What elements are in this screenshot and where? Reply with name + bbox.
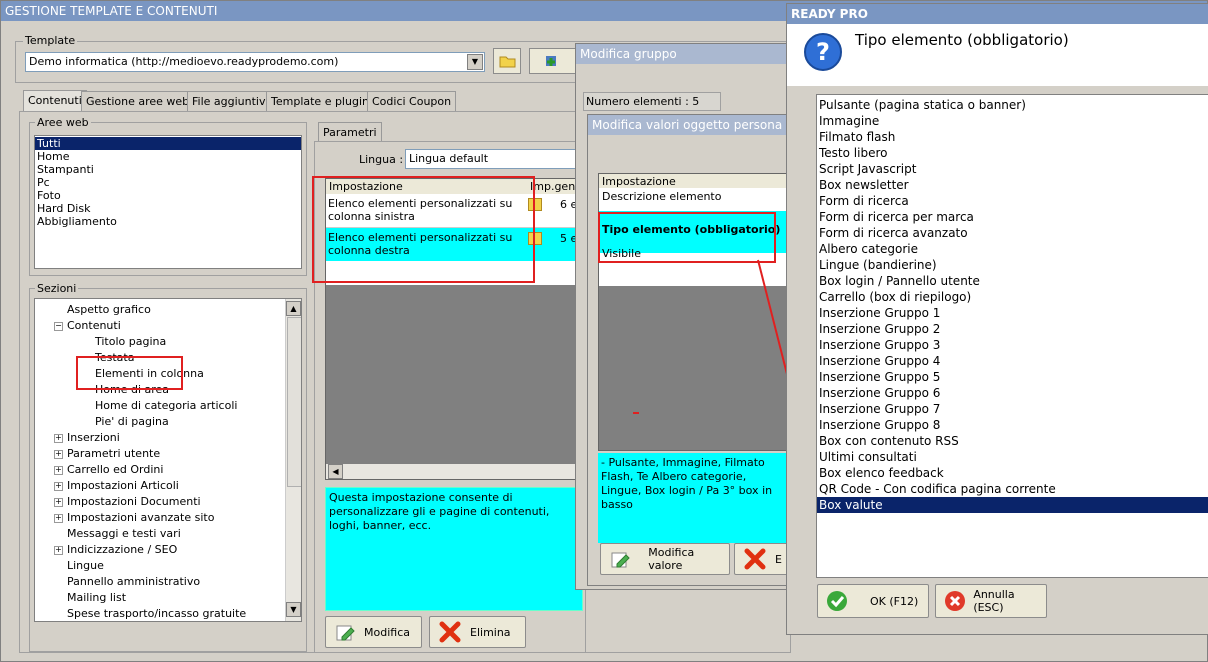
option-item[interactable]: Box valute (817, 497, 1208, 513)
ready-pro-title: READY PRO (787, 4, 1208, 24)
question-icon: ? (804, 33, 842, 71)
option-item[interactable]: QR Code - Con codifica pagina corrente (817, 481, 1208, 497)
ok-button-label: OK (F12) (870, 594, 919, 608)
options-list-items: Pulsante (pagina statica o banner) Immagi… (817, 95, 1208, 513)
option-item[interactable]: Inserzione Gruppo 1 (817, 305, 1208, 321)
check-icon (827, 591, 847, 611)
option-item[interactable]: Box elenco feedback (817, 465, 1208, 481)
option-item[interactable]: Inserzione Gruppo 7 (817, 401, 1208, 417)
cancel-button-label: Annulla (ESC) (973, 588, 1015, 614)
option-item[interactable]: Form di ricerca per marca (817, 209, 1208, 225)
svg-text:?: ? (816, 38, 830, 66)
option-item[interactable]: Inserzione Gruppo 3 (817, 337, 1208, 353)
ready-pro-header: ? Tipo elemento (obbligatorio) (787, 24, 1208, 86)
ok-button[interactable]: OK (F12) (817, 584, 929, 618)
option-item[interactable]: Filmato flash (817, 129, 1208, 145)
option-item[interactable]: Inserzione Gruppo 8 (817, 417, 1208, 433)
option-item[interactable]: Form di ricerca (817, 193, 1208, 209)
option-item[interactable]: Inserzione Gruppo 4 (817, 353, 1208, 369)
option-item[interactable]: Box login / Pannello utente (817, 273, 1208, 289)
option-item[interactable]: Testo libero (817, 145, 1208, 161)
option-item[interactable]: Inserzione Gruppo 5 (817, 369, 1208, 385)
cancel-button[interactable]: Annulla (ESC) (935, 584, 1047, 618)
option-item[interactable]: Box newsletter (817, 177, 1208, 193)
option-item[interactable]: Immagine (817, 113, 1208, 129)
option-item[interactable]: Ultimi consultati (817, 449, 1208, 465)
option-item[interactable]: Inserzione Gruppo 2 (817, 321, 1208, 337)
option-item[interactable]: Albero categorie (817, 241, 1208, 257)
ready-pro-question: Tipo elemento (obbligatorio) (855, 31, 1069, 49)
ready-pro-dialog: READY PRO ? Tipo elemento (obbligatorio)… (786, 3, 1208, 635)
option-item[interactable]: Inserzione Gruppo 6 (817, 385, 1208, 401)
option-item[interactable]: Script Javascript (817, 161, 1208, 177)
option-item[interactable]: Pulsante (pagina statica o banner) (817, 97, 1208, 113)
options-list[interactable]: Pulsante (pagina statica o banner) Immagi… (816, 94, 1208, 578)
cancel-icon (945, 591, 965, 611)
option-item[interactable]: Box con contenuto RSS (817, 433, 1208, 449)
option-item[interactable]: Lingue (bandierine) (817, 257, 1208, 273)
option-item[interactable]: Form di ricerca avanzato (817, 225, 1208, 241)
option-item[interactable]: Carrello (box di riepilogo) (817, 289, 1208, 305)
